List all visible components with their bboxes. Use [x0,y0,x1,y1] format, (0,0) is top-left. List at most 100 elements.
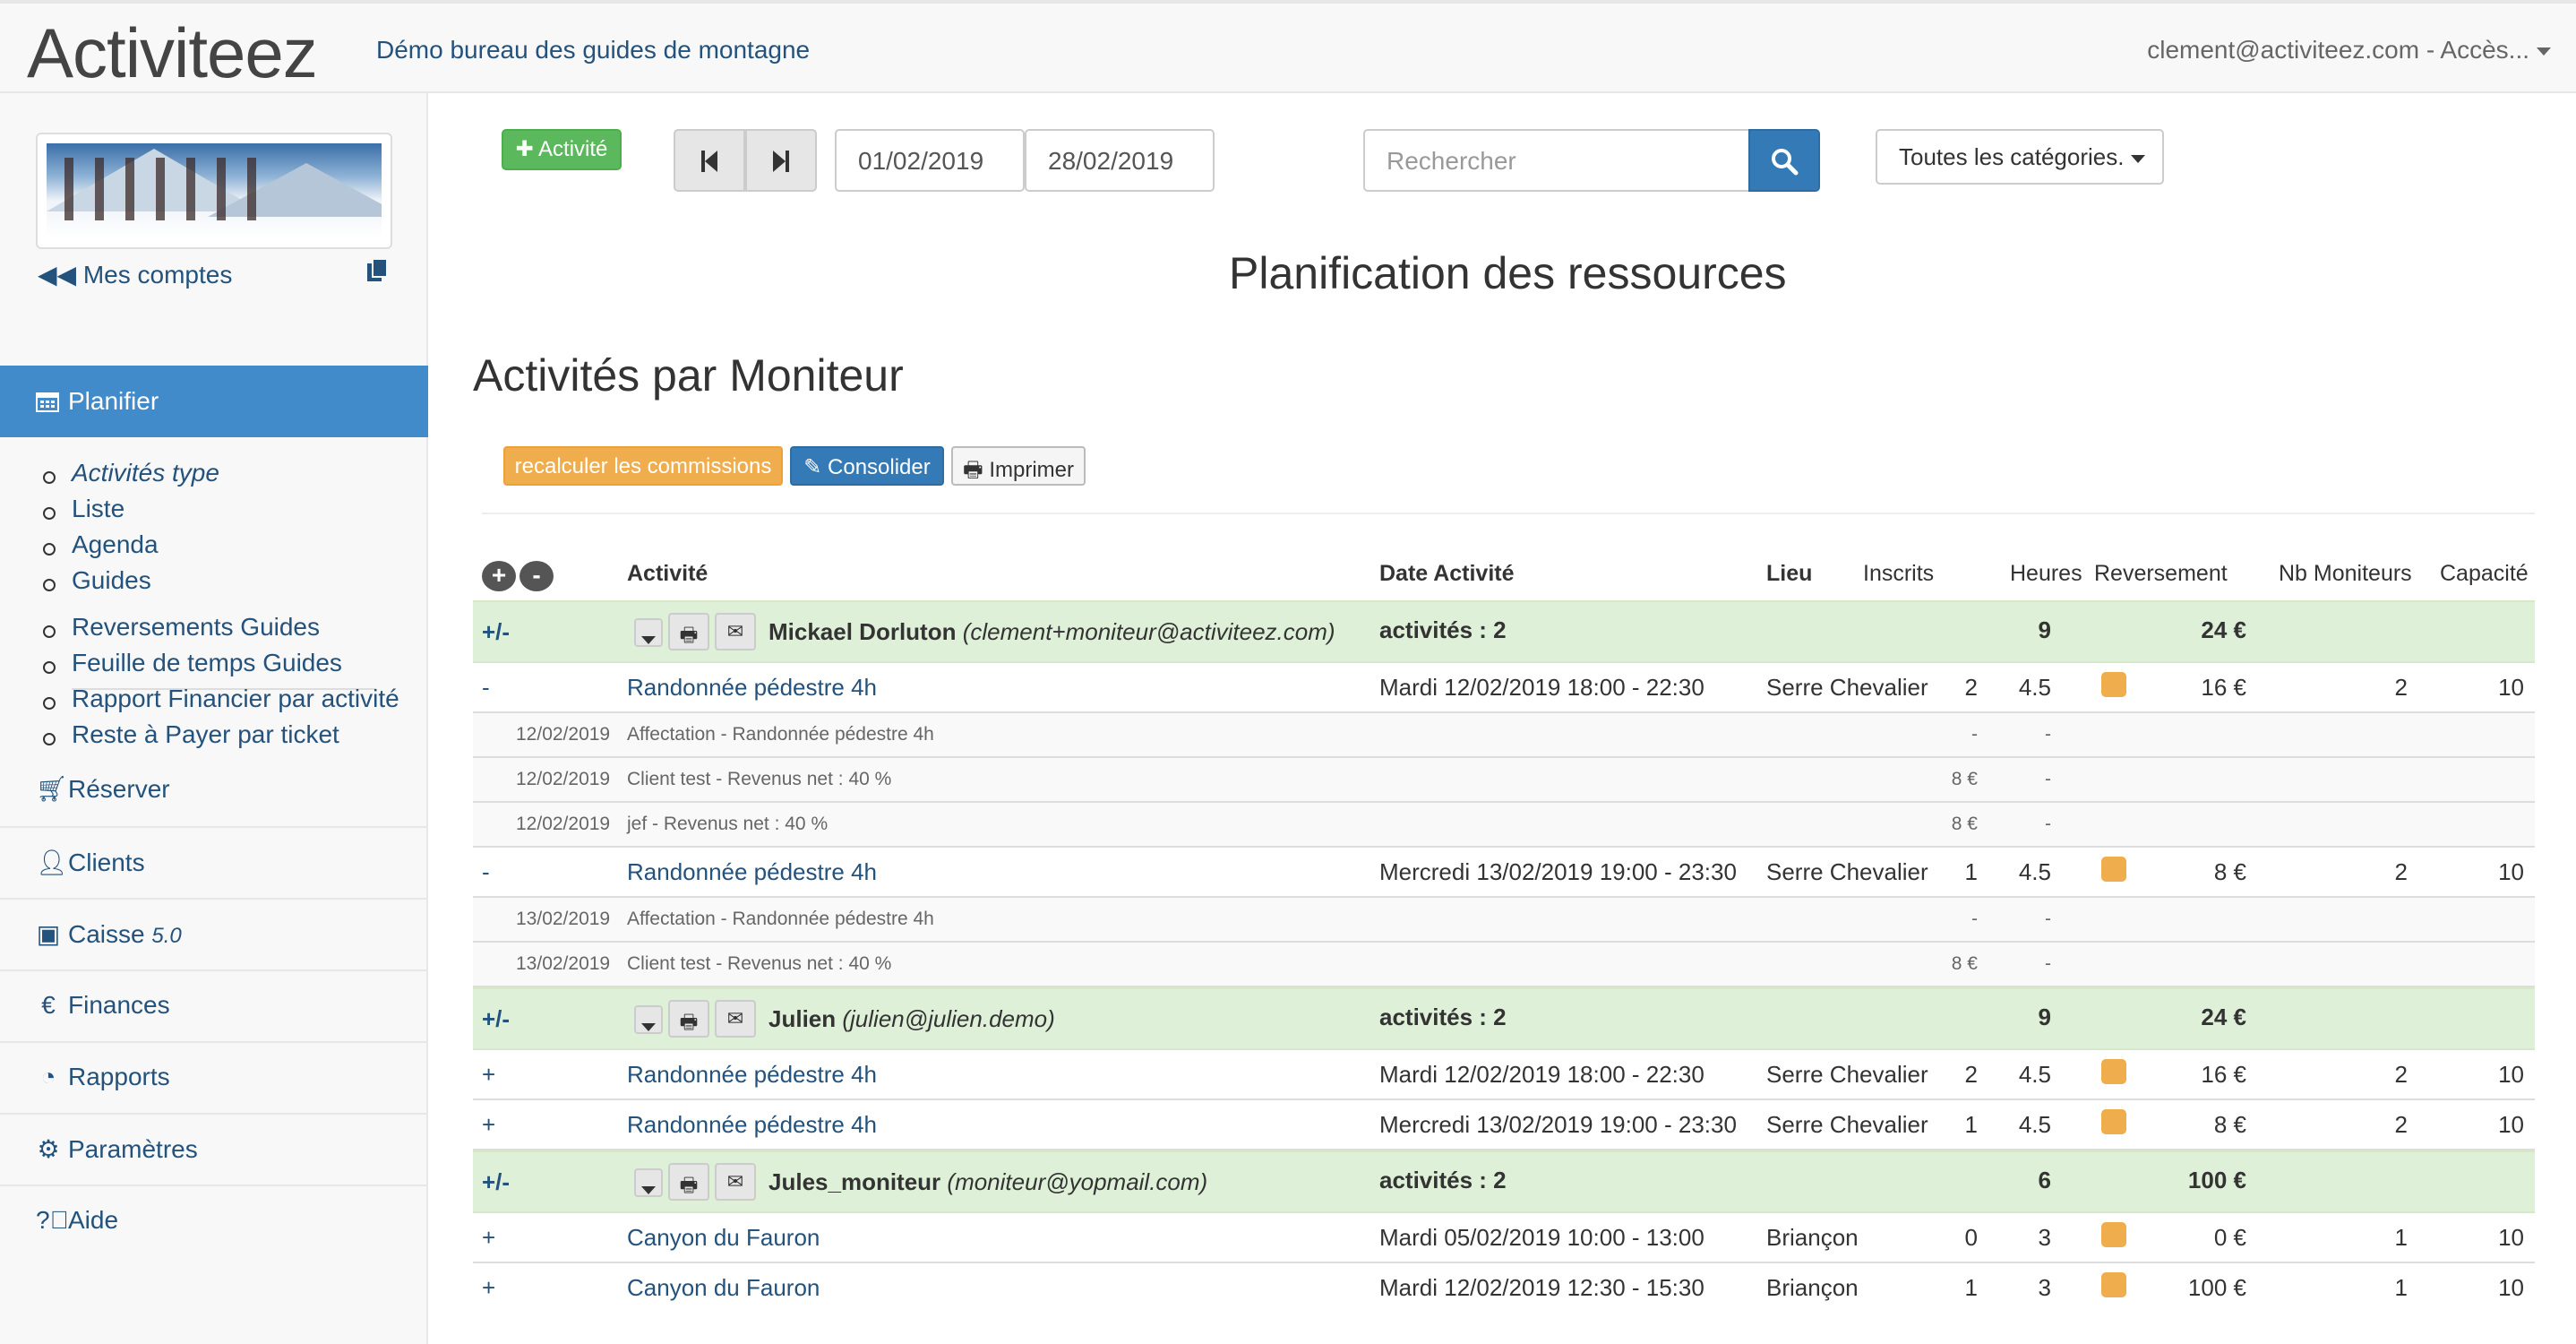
sidebar-item-caisse[interactable]: ▣ Caisse 5.0 [36,919,182,949]
detail-row: 12/02/2019 Affectation - Randonnée pédes… [473,713,2535,758]
activity-toggle[interactable]: - [482,674,490,702]
collapse-all-button[interactable]: - [519,561,554,591]
group-toggle[interactable]: +/- [482,1168,510,1196]
calendar-icon [36,392,59,412]
sidebar-item-clients[interactable]: 👤︎Clients [36,848,145,877]
moniteur-group-row: +/- 🖶 ✉ Mickael Dorluton (clement+monite… [473,600,2535,663]
sidebar-divider [0,969,428,971]
consolidate-button[interactable]: ✎ Consolider [790,446,944,486]
header-activite[interactable]: Activité [627,561,708,587]
group-amount: 100 € [2187,1167,2246,1193]
activity-row: + Canyon du Fauron Mardi 05/02/2019 10:0… [473,1213,2535,1263]
activity-link[interactable]: Randonnée pédestre 4h [627,674,877,702]
print-button[interactable]: 🖶 Imprimer [951,446,1086,486]
print-moniteur-button[interactable]: 🖶 [668,1163,709,1201]
edit-icon[interactable] [2101,1109,2126,1134]
user-menu[interactable]: clement@activiteez.com - Accès... [2147,36,2551,65]
sidebar-item-planifier[interactable]: Planifier [0,366,428,437]
email-moniteur-button[interactable]: ✉ [715,613,756,650]
sidebar-item-finances[interactable]: € Finances [36,991,170,1020]
brand-logo[interactable]: Activiteez [27,13,318,94]
envelope-icon: ✉ [726,1170,744,1193]
recalculate-commissions-button[interactable]: recalculer les commissions [503,446,783,486]
edit-icon[interactable] [2101,1222,2126,1247]
activity-toggle[interactable]: + [482,1061,495,1089]
expand-all-button[interactable]: + [482,561,516,591]
email-moniteur-button[interactable]: ✉ [715,1000,756,1038]
detail-amount: 8 € [1951,953,1978,974]
header-heures[interactable]: Heures [2010,561,2082,587]
header-reversement[interactable]: Reversement [2094,561,2228,587]
subnav-guides[interactable]: Guides [43,566,219,602]
activity-link[interactable]: Randonnée pédestre 4h [627,1111,877,1139]
subnav-reversements-guides[interactable]: Reversements Guides [43,613,399,649]
edit-icon[interactable] [2101,672,2126,697]
my-accounts-link[interactable]: ◀◀ Mes comptes [38,260,232,289]
activity-date: Mardi 12/02/2019 18:00 - 22:30 [1379,674,1704,701]
group-hours: 9 [2038,616,2051,643]
header-nb-moniteurs[interactable]: Nb Moniteurs [2279,561,2412,587]
activity-toggle[interactable]: - [482,858,490,886]
copy-icon[interactable] [365,258,389,285]
header-date[interactable]: Date Activité [1379,561,1515,587]
activity-link[interactable]: Canyon du Fauron [627,1224,820,1252]
category-dropdown[interactable]: Toutes les catégories. [1876,129,2164,185]
subnav-feuille-temps[interactable]: Feuille de temps Guides [43,649,399,685]
sidebar-item-rapports[interactable]: ◔ Rapports [36,1063,170,1091]
activity-link[interactable]: Canyon du Fauron [627,1274,820,1302]
next-period-button[interactable] [745,129,817,192]
caret-down-button[interactable] [634,618,663,647]
previous-period-button[interactable] [674,129,745,192]
caret-down-button[interactable] [634,1168,663,1197]
moniteur-email: (moniteur@yopmail.com) [947,1168,1208,1195]
organization-link[interactable]: Démo bureau des guides de montagne [376,36,810,65]
activity-toggle[interactable]: + [482,1274,495,1302]
print-moniteur-button[interactable]: 🖶 [668,1000,709,1038]
activity-toggle[interactable]: + [482,1224,495,1252]
search-button[interactable] [1748,129,1820,192]
activity-reversement: 0 € [2213,1224,2246,1251]
caret-down-button[interactable] [634,1005,663,1034]
moniteur-name-cell: Julien (julien@julien.demo) [769,1005,1055,1033]
dashboard-icon: ◔ [40,1063,56,1090]
group-toggle[interactable]: +/- [482,618,510,646]
subnav-agenda[interactable]: Agenda [43,530,219,566]
subnav-rapport-financier[interactable]: Rapport Financier par activité [43,685,399,720]
header-inscrits[interactable]: Inscrits [1863,561,1934,587]
group-toggle[interactable]: +/- [482,1005,510,1033]
activity-link[interactable]: Randonnée pédestre 4h [627,1061,877,1089]
activity-link[interactable]: Randonnée pédestre 4h [627,858,877,886]
sidebar-item-label: Finances [68,991,170,1019]
search-input[interactable]: Rechercher [1363,129,1750,192]
caisse-version: 5.0 [151,924,182,948]
add-activity-label: Activité [538,137,608,161]
sidebar-item-aide[interactable]: ?⃝Aide [36,1206,118,1235]
email-moniteur-button[interactable]: ✉ [715,1163,756,1201]
sidebar-item-label: Planifier [68,387,159,415]
subnav-reste-a-payer[interactable]: Reste à Payer par ticket [43,720,399,756]
activity-toggle[interactable]: + [482,1111,495,1139]
pencil-icon: ✎ [803,455,829,479]
sidebar-item-parametres[interactable]: ⚙ Paramètres [36,1134,198,1164]
header-lieu[interactable]: Lieu [1766,561,1812,587]
subnav-liste[interactable]: Liste [43,495,219,530]
sidebar-item-label: Paramètres [68,1135,198,1163]
edit-icon[interactable] [2101,857,2126,882]
header-capacite[interactable]: Capacité [2440,561,2529,587]
subnav-activites-type[interactable]: Activités type [43,459,219,495]
top-navbar: Activiteez Démo bureau des guides de mon… [0,0,2576,93]
edit-icon[interactable] [2101,1272,2126,1297]
activity-heures: 3 [2038,1224,2051,1251]
date-from-input[interactable]: 01/02/2019 [835,129,1025,192]
detail-date: 13/02/2019 [516,953,611,974]
date-to-input[interactable]: 28/02/2019 [1025,129,1215,192]
sidebar-item-reserver[interactable]: 🛒︎Réserver [36,774,170,804]
account-thumbnail[interactable] [36,133,392,249]
moniteur-email: (clement+moniteur@activiteez.com) [962,618,1335,645]
print-moniteur-button[interactable]: 🖶 [668,613,709,650]
add-activity-button[interactable]: ✚ Activité [502,129,622,170]
planifier-subnav-reports: Reversements Guides Feuille de temps Gui… [43,613,399,756]
moniteur-name: Julien [769,1005,837,1032]
detail-amount: 8 € [1951,814,1978,834]
edit-icon[interactable] [2101,1059,2126,1084]
